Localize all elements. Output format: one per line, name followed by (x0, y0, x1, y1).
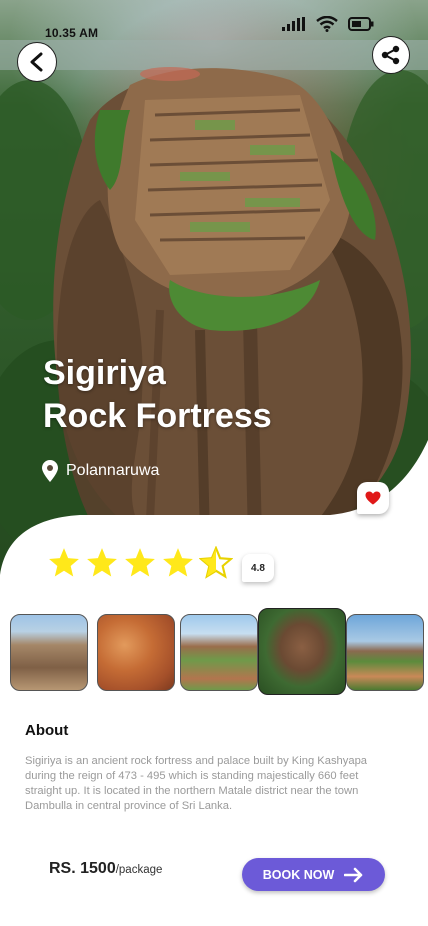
book-now-label: BOOK NOW (262, 867, 335, 882)
rating-stars (47, 546, 233, 580)
arrow-right-icon (344, 867, 363, 882)
gallery-thumb-1[interactable] (10, 614, 88, 691)
status-icons (282, 16, 374, 32)
book-now-button[interactable]: BOOK NOW (242, 858, 385, 891)
gallery-thumb-5[interactable] (346, 614, 424, 691)
gallery-thumb-4-selected[interactable] (258, 608, 346, 695)
favorite-button[interactable] (357, 482, 389, 514)
share-icon (381, 45, 400, 65)
about-text: Sigiriya is an ancient rock fortress and… (25, 755, 368, 812)
rating-value-badge: 4.8 (242, 554, 274, 582)
status-time: 10.35 AM (45, 26, 99, 40)
share-button[interactable] (372, 36, 410, 74)
star-icon (87, 548, 117, 577)
heart-icon (365, 491, 381, 505)
place-title: Sigiriya Rock Fortress (43, 352, 272, 438)
battery-icon (348, 17, 374, 31)
place-title-line1: Sigiriya (43, 354, 166, 392)
gallery-thumb-3[interactable] (180, 614, 258, 691)
gallery-thumb-2[interactable] (97, 614, 175, 691)
location-label: Polannaruwa (66, 462, 160, 479)
place-detail-screen: 10.35 AM Sigiriya Rock Fortress Polannar… (0, 0, 428, 926)
place-title-line2: Rock Fortress (43, 397, 272, 435)
wifi-icon (316, 16, 338, 32)
map-pin-icon (42, 460, 58, 482)
back-button[interactable] (17, 42, 57, 82)
star-icon (125, 548, 155, 577)
chevron-left-icon (30, 52, 43, 72)
signal-icon (282, 17, 305, 31)
star-icon (49, 548, 79, 577)
price-value: RS. 1500 (49, 860, 116, 877)
place-location: Polannaruwa (42, 460, 159, 482)
price-label: RS. 1500/package (49, 860, 162, 878)
price-unit: /package (115, 864, 163, 876)
about-heading: About (25, 722, 69, 739)
star-icon (163, 548, 193, 577)
half-star-icon (199, 546, 233, 579)
